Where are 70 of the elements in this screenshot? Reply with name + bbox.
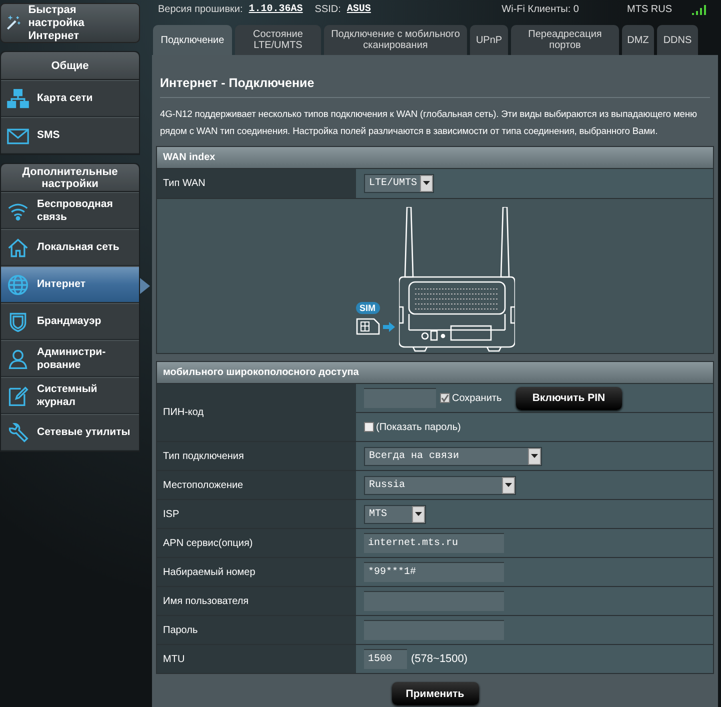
input-field[interactable] (364, 591, 504, 611)
dropdown[interactable]: Всегда на связи (364, 446, 542, 466)
wifi-clients-count: Wi-Fi Клиенты: 0 (502, 4, 579, 15)
menu-item[interactable]: Системный журнал (1, 377, 139, 414)
page-description: 4G-N12 поддерживает несколько типов подключения к WAN (глобальная сеть). Эти виды выбираются из выпадающего меню рядом с WAN тип соединения. Настройка полей различаются в зависимости от типа соединения, выбранного Вами. (160, 107, 698, 138)
notepad-pencil-icon (7, 384, 29, 406)
firmware-label: Версия прошивки: (158, 4, 243, 15)
menu-item[interactable]: Брандмауэр (1, 303, 139, 340)
tab[interactable]: Подключение с мобильного сканирования (324, 25, 467, 55)
mtu-field[interactable]: 1500 (364, 649, 407, 669)
sim-badge: SIM (356, 302, 380, 314)
ssid-label: SSID: (314, 4, 341, 15)
menu-item[interactable]: Беспроводная связь (1, 192, 139, 229)
field-label: Пароль (163, 624, 198, 636)
shield-icon (7, 310, 29, 332)
input-field[interactable]: internet.mts.ru (364, 533, 504, 553)
operator-name: MTS RUS (627, 4, 672, 15)
page-title: Интернет - Подключение (160, 76, 710, 98)
tab[interactable]: DMZ (622, 25, 654, 55)
tab[interactable]: UPnP (470, 25, 508, 55)
input-field[interactable]: *99***1# (364, 562, 504, 582)
globe-icon (7, 274, 29, 296)
pin-code-field[interactable] (364, 388, 436, 408)
firmware-version-link[interactable]: 1.10.36AS (248, 4, 303, 15)
field-label: Тип WAN (163, 178, 206, 189)
menu-item[interactable]: Сетевые утилиты (1, 414, 139, 451)
field-label: Имя пользователя (163, 596, 249, 606)
caret-icon (423, 181, 430, 185)
tab[interactable]: Переадресация портов (511, 25, 619, 55)
field-label: Тип подключения (163, 450, 244, 462)
tab[interactable]: Состояние LTE/UMTS (235, 25, 321, 55)
menu-section-title: Дополнительные настройки (21, 166, 119, 190)
signal-icon (692, 4, 706, 14)
ssid-link[interactable]: ASUS (346, 4, 371, 15)
tab[interactable]: Подключение (153, 25, 232, 55)
caret-icon (531, 454, 538, 458)
checkbox[interactable] (364, 422, 374, 432)
section-header: WAN index (163, 152, 216, 163)
wrench-icon (7, 422, 29, 444)
apply-button[interactable]: Применить (392, 682, 478, 705)
quick-setup-button[interactable]: Быстрая настройка Интернет (0, 3, 140, 43)
field-label: MTU (163, 654, 185, 664)
range-hint: (578~1500) (411, 653, 468, 665)
sim-card-icon (356, 318, 380, 335)
field-label: APN сервис(опция) (163, 538, 253, 548)
dropdown[interactable]: Russia (364, 476, 516, 494)
arrow-icon (382, 322, 394, 332)
checkbox-label: (Показать пароль) (376, 422, 461, 432)
caret-icon (415, 512, 422, 516)
menu-item[interactable]: Локальная сеть (1, 229, 139, 266)
person-icon (7, 348, 29, 370)
network-map-icon (7, 88, 29, 110)
menu-item[interactable]: SMS (1, 117, 139, 154)
field-label: Набираемый номер (163, 566, 256, 578)
menu-item[interactable]: Карта сети (1, 80, 139, 117)
enable-pin-button[interactable]: Включить PIN (516, 386, 622, 410)
wan-type-dropdown[interactable]: LTE/UMTS (364, 174, 434, 192)
menu-item[interactable]: Администри-рование (1, 340, 139, 377)
section-header: мобильного широкополосного доступа (163, 367, 359, 378)
field-label: Местоположение (163, 480, 244, 490)
house-icon (7, 236, 29, 258)
field-label: ISP (163, 508, 180, 520)
field-label: ПИН-код (163, 407, 204, 418)
menu-section-title: Общие (51, 60, 89, 72)
caret-icon (505, 483, 512, 487)
checkbox[interactable] (440, 393, 450, 403)
tab[interactable]: DDNS (657, 25, 698, 55)
dropdown[interactable]: MTS (364, 504, 426, 524)
checkbox-label: Сохранить (452, 392, 502, 404)
input-field[interactable] (364, 620, 504, 640)
